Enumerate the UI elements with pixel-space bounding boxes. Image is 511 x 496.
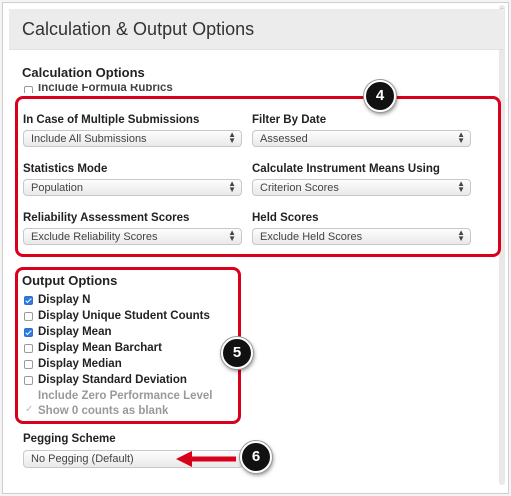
pegging-scheme-label: Pegging Scheme: [23, 433, 116, 445]
red-arrow-icon: [176, 451, 236, 467]
callout-5: 5: [221, 337, 253, 369]
calculation-highlight-box: [15, 96, 501, 257]
panel-title: Calculation & Output Options: [22, 19, 255, 39]
include-formula-rubrics-label: Include Formula Rubrics: [38, 84, 173, 93]
pegging-scheme-value: No Pegging (Default): [31, 453, 134, 465]
callout-6: 6: [240, 441, 272, 473]
calculation-options-title: Calculation Options: [22, 65, 145, 80]
include-formula-rubrics-row[interactable]: Include Formula Rubrics: [22, 84, 242, 93]
output-highlight-box: [15, 267, 241, 424]
include-formula-rubrics-checkbox[interactable]: [24, 86, 33, 93]
callout-4: 4: [364, 80, 396, 112]
panel-header: Calculation & Output Options: [9, 9, 504, 50]
